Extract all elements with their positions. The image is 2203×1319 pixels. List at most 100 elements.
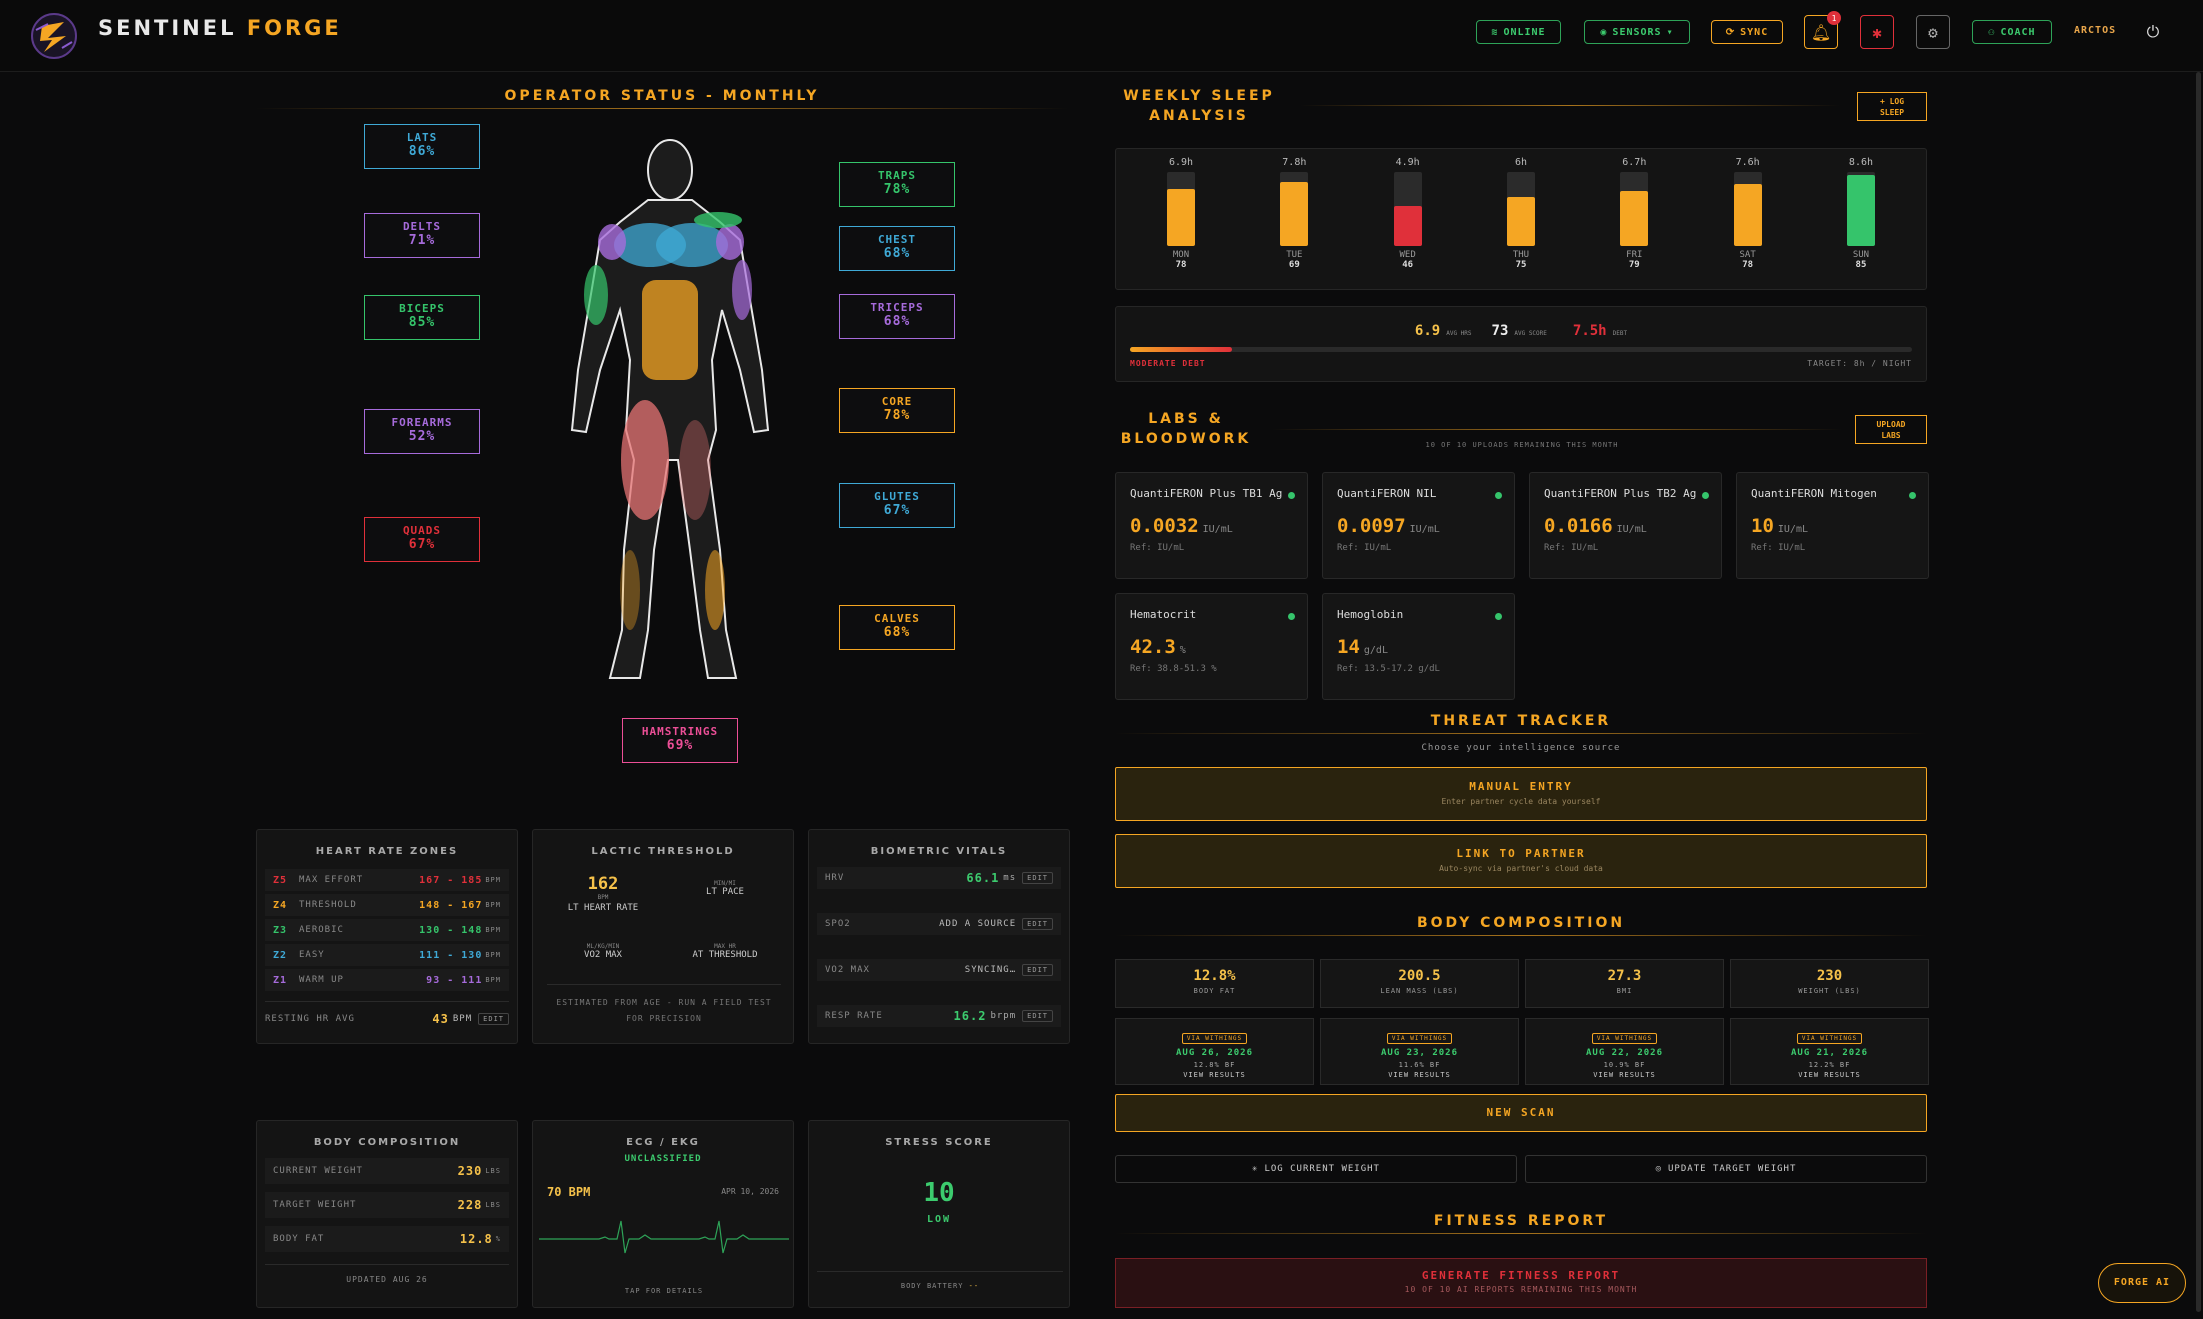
muscle-label-calves[interactable]: CALVES 68% [839, 605, 955, 650]
forge-ai-button[interactable]: FORGE AI [2098, 1263, 2186, 1303]
muscle-label-hamstrings[interactable]: HAMSTRINGS 69% [622, 718, 738, 763]
scan-source-tag: VIA WITHINGS [1386, 1033, 1453, 1044]
hr-zone-row: Z3 AEROBIC 130 - 148 BPM [265, 919, 509, 941]
muscle-label-traps[interactable]: TRAPS 78% [839, 162, 955, 207]
new-scan-button[interactable]: NEW SCAN [1115, 1094, 1927, 1132]
zone-unit: BPM [485, 951, 501, 959]
muscle-label-chest[interactable]: CHEST 68% [839, 226, 955, 271]
sleep-bar-sat[interactable]: 7.6h SAT 78 [1703, 157, 1793, 270]
lab-card[interactable]: QuantiFERON Mitogen 10 IU/mL Ref: IU/mL [1736, 472, 1929, 579]
ecg-card[interactable]: ECG / EKG UNCLASSIFIED 70 BPM APR 10, 20… [532, 1120, 794, 1308]
divider [1115, 733, 1927, 734]
log-weight-button[interactable]: ✳ LOG CURRENT WEIGHT [1115, 1155, 1517, 1183]
scan-card[interactable]: VIA WITHINGS AUG 23, 2026 11.6% BF VIEW RES… [1320, 1018, 1519, 1085]
lab-ref: Ref: IU/mL [1130, 543, 1185, 553]
online-status-button[interactable]: ≋ ONLINE [1476, 20, 1561, 44]
edit-resting-hr-button[interactable]: EDIT [478, 1013, 509, 1025]
scan-card[interactable]: VIA WITHINGS AUG 21, 2026 12.2% BF VIEW RES… [1730, 1018, 1929, 1085]
sleep-bar-tue[interactable]: 7.8h TUE 69 [1249, 157, 1339, 270]
sleep-bar-track [1733, 172, 1762, 246]
lab-unit: IU/mL [1616, 524, 1647, 535]
settings-button[interactable]: ⚙ [1916, 15, 1950, 49]
edit-vital-button[interactable]: EDIT [1022, 872, 1053, 884]
sleep-bar-wed[interactable]: 4.9h WED 46 [1363, 157, 1453, 270]
sleep-score-label: 46 [1402, 260, 1414, 270]
status-dot-icon [1288, 613, 1295, 620]
muscle-label-glutes[interactable]: GLUTES 67% [839, 483, 955, 528]
zone-unit: BPM [485, 876, 501, 884]
scan-card[interactable]: VIA WITHINGS AUG 22, 2026 10.9% BF VIEW RES… [1525, 1018, 1724, 1085]
lab-card[interactable]: QuantiFERON Plus TB2 Ag 0.0166 IU/mL Ref: I… [1529, 472, 1722, 579]
user-name[interactable]: ARCTOS [2074, 25, 2116, 36]
lab-value-row: 0.0097 IU/mL [1337, 515, 1500, 537]
updated-label: UPDATED AUG 26 [265, 1264, 509, 1284]
brand-logo-icon [26, 8, 82, 64]
view-results-link[interactable]: VIEW RESULTS [1526, 1071, 1723, 1079]
sleep-score-label: 79 [1628, 260, 1640, 270]
card-title: STRESS SCORE [885, 1137, 993, 1148]
muscle-label-biceps[interactable]: BICEPS 85% [364, 295, 480, 340]
sleep-target: TARGET: 8h / NIGHT [1807, 359, 1912, 368]
sleep-day-label: FRI [1626, 250, 1643, 260]
lab-name: Hemoglobin [1337, 608, 1404, 621]
edit-vital-button[interactable]: EDIT [1022, 1010, 1053, 1022]
notifications-button[interactable]: 🔔︎ 1 [1804, 11, 1841, 49]
link-partner-button[interactable]: LINK TO PARTNER Auto-sync via partner's … [1115, 834, 1927, 888]
body-comp-value: 230 [457, 1164, 483, 1178]
stress-value: 10 [923, 1178, 955, 1208]
edit-vital-button[interactable]: EDIT [1022, 964, 1053, 976]
view-results-link[interactable]: VIEW RESULTS [1321, 1071, 1518, 1079]
debt-value: 7.5h [1572, 323, 1607, 339]
sleep-score-label: 69 [1288, 260, 1300, 270]
edit-vital-button[interactable]: EDIT [1022, 918, 1053, 930]
sleep-bar-fill [1506, 196, 1535, 246]
lab-card[interactable]: QuantiFERON Plus TB1 Ag 0.0032 IU/mL Ref: I… [1115, 472, 1308, 579]
upload-labs-button[interactable]: UPLOAD LABS [1855, 415, 1927, 444]
divider [1300, 105, 1840, 106]
power-button[interactable]: ⏻ [2136, 15, 2170, 49]
zone-unit: BPM [485, 976, 501, 984]
sync-button[interactable]: ⟳ SYNC [1711, 20, 1783, 44]
update-target-button[interactable]: ◎ UPDATE TARGET WEIGHT [1525, 1155, 1927, 1183]
sleep-bar-fill [1846, 175, 1875, 246]
sleep-bar-sun[interactable]: 8.6h SUN 85 [1816, 157, 1906, 270]
generate-report-label: GENERATE FITNESS REPORT [1421, 1269, 1621, 1282]
lab-card[interactable]: Hematocrit 42.3% Ref: 38.8-51.3 % [1115, 593, 1308, 700]
muscle-label-core[interactable]: CORE 78% [839, 388, 955, 433]
lab-unit: % [1179, 645, 1186, 656]
muscle-label-forearms[interactable]: FOREARMS 52% [364, 409, 480, 454]
sensors-dropdown[interactable]: ◉ SENSORS ▾ [1584, 20, 1690, 44]
scan-source-tag: VIA WITHINGS [1591, 1033, 1658, 1044]
lab-card[interactable]: QuantiFERON NIL 0.0097 IU/mL Ref: IU/mL [1322, 472, 1515, 579]
coach-button[interactable]: ⚇ COACH [1972, 20, 2052, 44]
bug-report-button[interactable]: ✱ [1860, 15, 1894, 49]
sleep-bar-fri[interactable]: 6.7h FRI 79 [1589, 157, 1679, 270]
ecg-bpm: 70 BPM [547, 1185, 591, 1199]
view-results-link[interactable]: VIEW RESULTS [1731, 1071, 1928, 1079]
sleep-bar-mon[interactable]: 6.9h MON 78 [1136, 157, 1226, 270]
zone-unit: BPM [485, 901, 501, 909]
lab-value: 0.0097 [1337, 515, 1406, 537]
muscle-label-lats[interactable]: LATS 86% [364, 124, 480, 169]
lab-card[interactable]: Hemoglobin 14 g/dL Ref: 13.5-17.2 g/dL [1322, 593, 1515, 700]
muscle-label-triceps[interactable]: TRICEPS 68% [839, 294, 955, 339]
zone-range: 167 - 185 [419, 874, 483, 886]
vital-row: VO2 MAX SYNCING… EDIT [817, 959, 1061, 981]
sleep-bar-track [1280, 172, 1309, 246]
resting-hr-label: RESTING HR AVG [265, 1014, 355, 1024]
vital-label: RESP RATE [825, 1011, 883, 1021]
body-comp-label: CURRENT WEIGHT [273, 1166, 363, 1176]
view-results-link[interactable]: VIEW RESULTS [1116, 1071, 1313, 1079]
lab-value: 10 [1751, 515, 1774, 537]
muscle-label-delts[interactable]: DELTS 71% [364, 213, 480, 258]
generate-report-button[interactable]: GENERATE FITNESS REPORT 10 OF 10 AI REPO… [1115, 1258, 1927, 1308]
muscle-label-quads[interactable]: QUADS 67% [364, 517, 480, 562]
scan-card[interactable]: VIA WITHINGS AUG 26, 2026 12.8% BF VIEW RES… [1115, 1018, 1314, 1085]
zone-range: 111 - 130 [419, 949, 483, 961]
lab-unit: g/dL [1363, 645, 1388, 656]
manual-entry-button[interactable]: MANUAL ENTRY Enter partner cycle data yo… [1115, 767, 1927, 821]
brand-name: SENTINEL FORGE [98, 16, 342, 40]
log-sleep-button[interactable]: + LOG SLEEP [1857, 92, 1927, 121]
sleep-bar-thu[interactable]: 6h THU 75 [1476, 157, 1566, 270]
scrollbar[interactable] [2196, 72, 2201, 1312]
